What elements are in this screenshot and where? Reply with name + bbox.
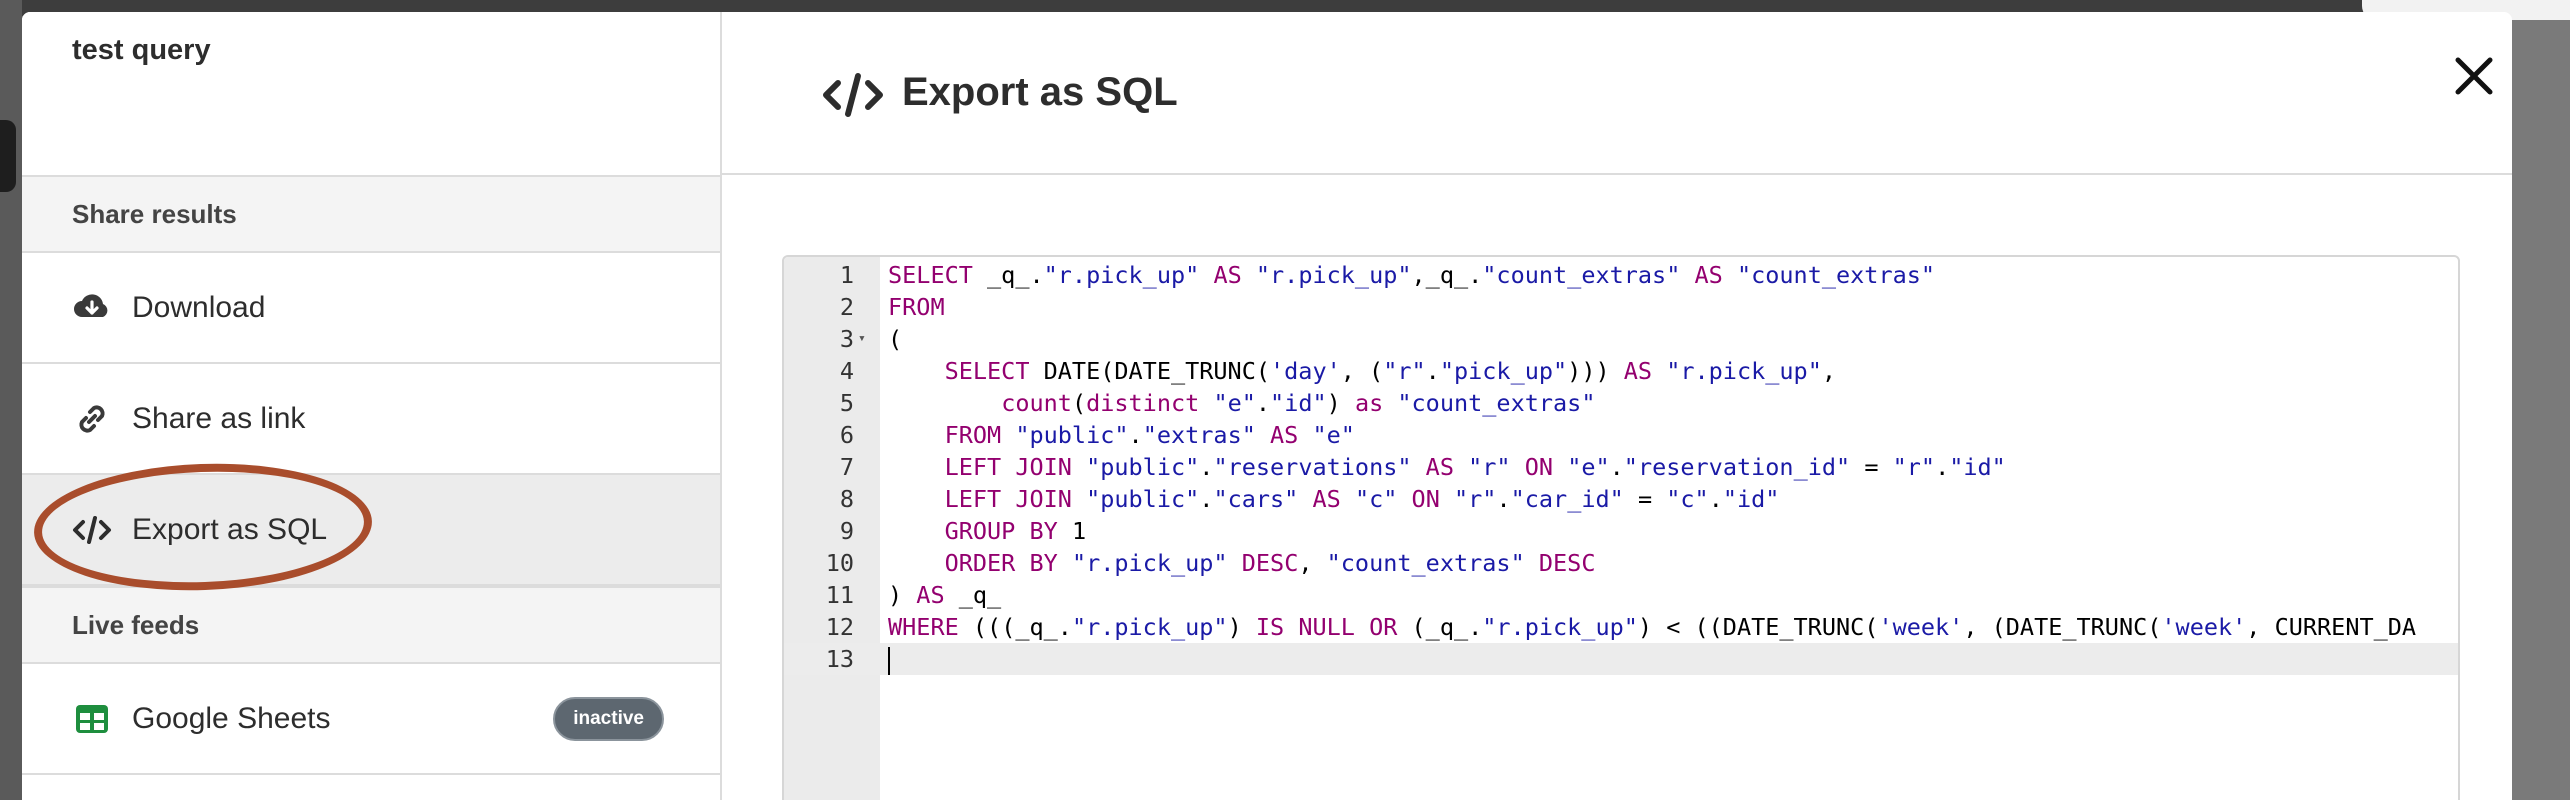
line-number: 2 — [839, 293, 854, 321]
code-text: GROUP BY 1 — [944, 517, 1087, 545]
code-text: LEFT JOIN "public"."reservations" AS "r"… — [944, 453, 2006, 481]
backdrop-button — [0, 120, 16, 192]
main-panel: Export as SQL 1 SELECT _q_."r.pick_up" AS… — [722, 12, 2512, 800]
code-line: 10 ORDER BY "r.pick_up" DESC, "count_ext… — [784, 547, 2458, 579]
code-line: 7 LEFT JOIN "public"."reservations" AS "… — [784, 451, 2458, 483]
code-line: 8 LEFT JOIN "public"."cars" AS "c" ON "r… — [784, 483, 2458, 515]
code-text: FROM — [888, 293, 945, 321]
code-text: SELECT _q_."r.pick_up" AS "r.pick_up",_q… — [888, 261, 1936, 289]
code-text: ) AS _q_ — [888, 581, 1002, 609]
status-badge: inactive — [553, 696, 664, 741]
code-icon — [822, 70, 884, 120]
google-sheets-icon — [72, 699, 112, 739]
code-text: WHERE (((_q_."r.pick_up") IS NULL OR (_q… — [888, 613, 2417, 641]
query-title: test query — [72, 34, 211, 66]
code-text: ( — [888, 325, 903, 353]
code-icon — [72, 510, 112, 550]
sidebar-item-label: Google Sheets — [132, 701, 331, 735]
text-cursor — [888, 646, 890, 675]
sidebar-item-download[interactable]: Download — [22, 253, 720, 364]
sidebar-item-google-sheets[interactable]: Google Sheets inactive — [22, 664, 720, 775]
code-line: 9 GROUP BY 1 — [784, 515, 2458, 547]
sidebar: test query Share results Download Share … — [22, 12, 722, 800]
share-results-header: Share results — [22, 175, 720, 253]
code-line: 4 SELECT DATE(DATE_TRUNC('day', ("r"."pi… — [784, 355, 2458, 387]
code-line: 1 SELECT _q_."r.pick_up" AS "r.pick_up",_… — [784, 259, 2458, 291]
sidebar-item-label: Share as link — [132, 401, 306, 435]
line-number: 5 — [839, 389, 854, 417]
line-number: 4 — [839, 357, 854, 385]
line-number: 8 — [839, 485, 854, 513]
cloud-download-icon — [72, 288, 112, 328]
sidebar-item-share-link[interactable]: Share as link — [22, 364, 720, 475]
fold-toggle-icon[interactable]: ▾ — [858, 323, 866, 355]
sidebar-item-export-sql[interactable]: Export as SQL — [22, 475, 720, 586]
code-text: FROM "public"."extras" AS "e" — [944, 421, 1355, 449]
main-header: Export as SQL — [722, 12, 2512, 175]
link-icon — [72, 399, 112, 439]
code-line: 11 ) AS _q_ — [784, 579, 2458, 611]
code-text: count(distinct "e"."id") as "count_extra… — [1001, 389, 1596, 417]
code-line: 12 WHERE (((_q_."r.pick_up") IS NULL OR (… — [784, 611, 2458, 643]
code-text: SELECT DATE(DATE_TRUNC('day', ("r"."pick… — [944, 357, 1837, 385]
code-text: ORDER BY "r.pick_up" DESC, "count_extras… — [944, 549, 1596, 577]
share-results-label: Share results — [72, 198, 237, 229]
page-title: Export as SQL — [902, 70, 1178, 114]
backdrop-right — [2512, 0, 2570, 800]
code-text: LEFT JOIN "public"."cars" AS "c" ON "r".… — [944, 485, 1780, 513]
line-number: 10 — [825, 549, 854, 577]
code-line: 3 ▾ ( — [784, 323, 2458, 355]
close-icon[interactable] — [2452, 54, 2496, 98]
sidebar-item-label: Export as SQL — [132, 512, 328, 546]
code-line: 6 FROM "public"."extras" AS "e" — [784, 419, 2458, 451]
live-feeds-label: Live feeds — [72, 609, 200, 640]
sql-code-editor[interactable]: 1 SELECT _q_."r.pick_up" AS "r.pick_up",_… — [782, 255, 2460, 800]
line-number: 6 — [839, 421, 854, 449]
line-number: 11 — [825, 581, 854, 609]
line-number: 13 — [825, 645, 854, 673]
code-line: 13 — [784, 643, 2458, 675]
line-number: 9 — [839, 517, 854, 545]
code-text — [888, 643, 890, 675]
line-number: 1 — [839, 261, 854, 289]
line-number: 3 — [839, 325, 854, 353]
line-number: 7 — [839, 453, 854, 481]
code-line: 2 FROM — [784, 291, 2458, 323]
line-number: 12 — [825, 613, 854, 641]
export-modal: test query Share results Download Share … — [22, 12, 2512, 800]
code-line: 5 count(distinct "e"."id") as "count_ext… — [784, 387, 2458, 419]
live-feeds-header: Live feeds — [22, 586, 720, 664]
sidebar-item-label: Download — [132, 290, 266, 324]
